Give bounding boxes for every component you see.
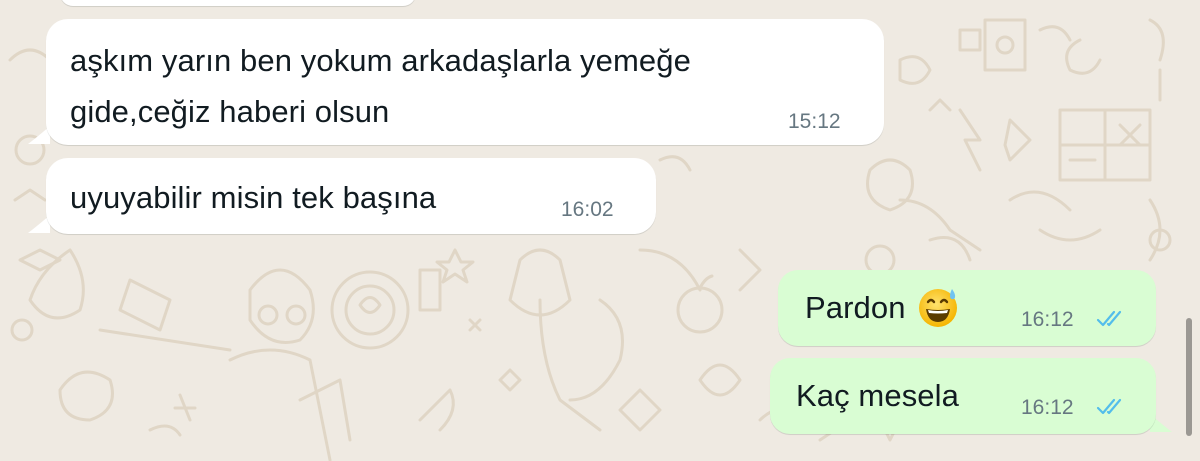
outgoing-message-bubble[interactable]: Kaç mesela 16:12 — [770, 358, 1156, 434]
scrollbar-thumb[interactable] — [1186, 318, 1192, 436]
message-timestamp: 16:02 — [561, 198, 614, 221]
message-timestamp: 16:12 — [1021, 396, 1074, 419]
message-text-line: gide,ceğiz haberi olsun — [70, 94, 390, 129]
message-text-line: Kaç mesela — [796, 378, 959, 413]
message-text-line: uyuyabilir misin tek başına — [70, 180, 437, 215]
outgoing-message-bubble[interactable]: Pardon 16:12 — [778, 270, 1156, 346]
incoming-message-bubble[interactable]: uyuyabilir misin tek başına 16:02 — [46, 158, 656, 234]
read-double-check-icon — [1096, 310, 1122, 327]
grinning-face-with-sweat-icon — [918, 288, 957, 327]
message-text-line: aşkım yarın ben yokum arkadaşlarla yemeğ… — [70, 43, 691, 78]
read-double-check-icon — [1096, 398, 1122, 415]
message-text: Pardon — [805, 290, 906, 325]
incoming-message-bubble-partial[interactable] — [60, 0, 416, 6]
message-timestamp: 15:12 — [788, 110, 841, 133]
message-text-line: Pardon — [805, 288, 960, 329]
incoming-message-bubble[interactable]: aşkım yarın ben yokum arkadaşlarla yemeğ… — [46, 19, 884, 145]
message-timestamp: 16:12 — [1021, 308, 1074, 331]
